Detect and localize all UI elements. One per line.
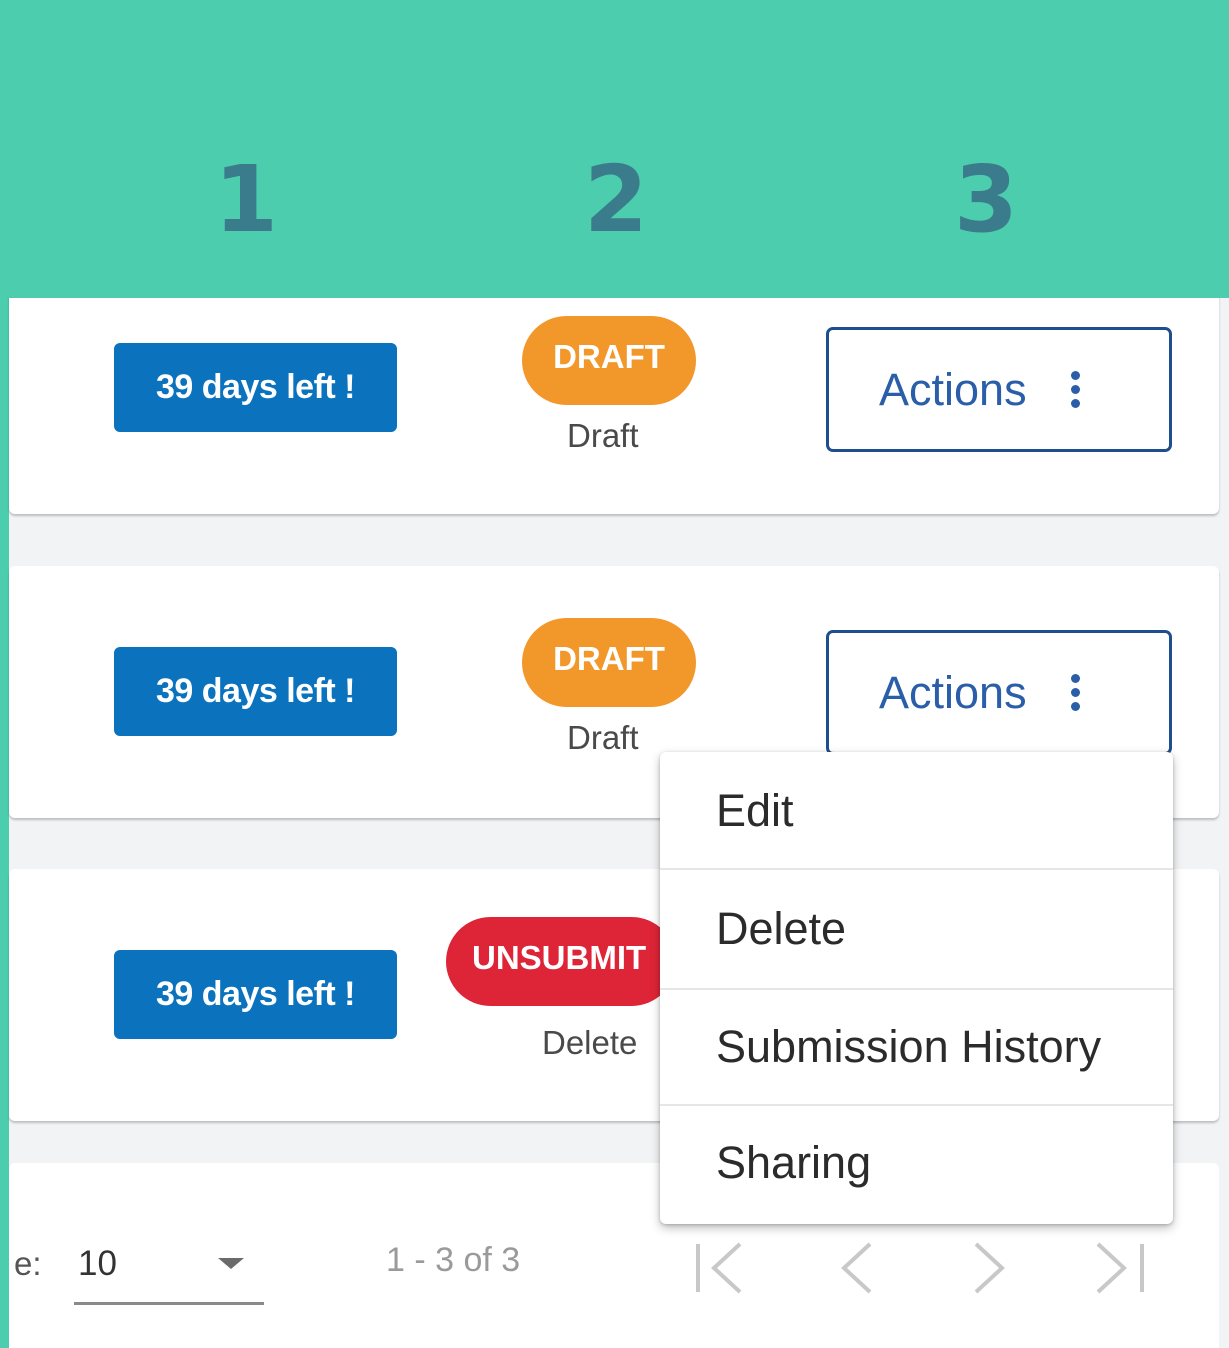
- first-page-icon[interactable]: [690, 1236, 754, 1300]
- actions-button[interactable]: Actions: [826, 327, 1172, 452]
- pagination-range: 1 - 3 of 3: [386, 1241, 521, 1279]
- previous-page-icon[interactable]: [830, 1236, 894, 1300]
- more-vertical-icon: [1070, 371, 1080, 408]
- actions-button-label: Actions: [879, 363, 1027, 415]
- last-page-icon[interactable]: [1090, 1236, 1154, 1300]
- status-text: Draft: [567, 719, 639, 756]
- actions-button-label: Actions: [879, 666, 1027, 718]
- column-number-3: 3: [953, 146, 1018, 253]
- deadline-badge: 39 days left !: [114, 647, 397, 736]
- menu-item-submission-history[interactable]: Submission History: [660, 988, 1173, 1106]
- page-size-label: e:: [14, 1245, 42, 1282]
- menu-item-edit[interactable]: Edit: [660, 752, 1173, 870]
- more-vertical-icon: [1070, 674, 1080, 711]
- actions-button[interactable]: Actions: [826, 630, 1172, 755]
- deadline-badge: 39 days left !: [114, 343, 397, 432]
- chevron-down-icon: [218, 1258, 244, 1269]
- status-badge-draft: DRAFT: [522, 316, 696, 405]
- deadline-badge: 39 days left !: [114, 950, 397, 1039]
- column-number-2: 2: [583, 146, 648, 253]
- status-badge-unsubmitted: UNSUBMIT: [446, 917, 676, 1006]
- status-badge-draft: DRAFT: [522, 618, 696, 707]
- actions-dropdown-menu: Edit Delete Submission History Sharing: [660, 752, 1173, 1224]
- table-row: 39 days left ! DRAFT Draft Actions: [9, 262, 1219, 514]
- next-page-icon[interactable]: [962, 1236, 1026, 1300]
- status-text: Delete: [542, 1024, 638, 1061]
- column-header-band: 1 2 3: [0, 0, 1229, 298]
- page-size-select[interactable]: 10: [74, 1230, 264, 1305]
- page-size-value: 10: [78, 1244, 117, 1283]
- column-number-1: 1: [213, 146, 278, 253]
- menu-item-delete[interactable]: Delete: [660, 870, 1173, 988]
- menu-item-sharing[interactable]: Sharing: [660, 1104, 1173, 1222]
- status-text: Draft: [567, 417, 639, 454]
